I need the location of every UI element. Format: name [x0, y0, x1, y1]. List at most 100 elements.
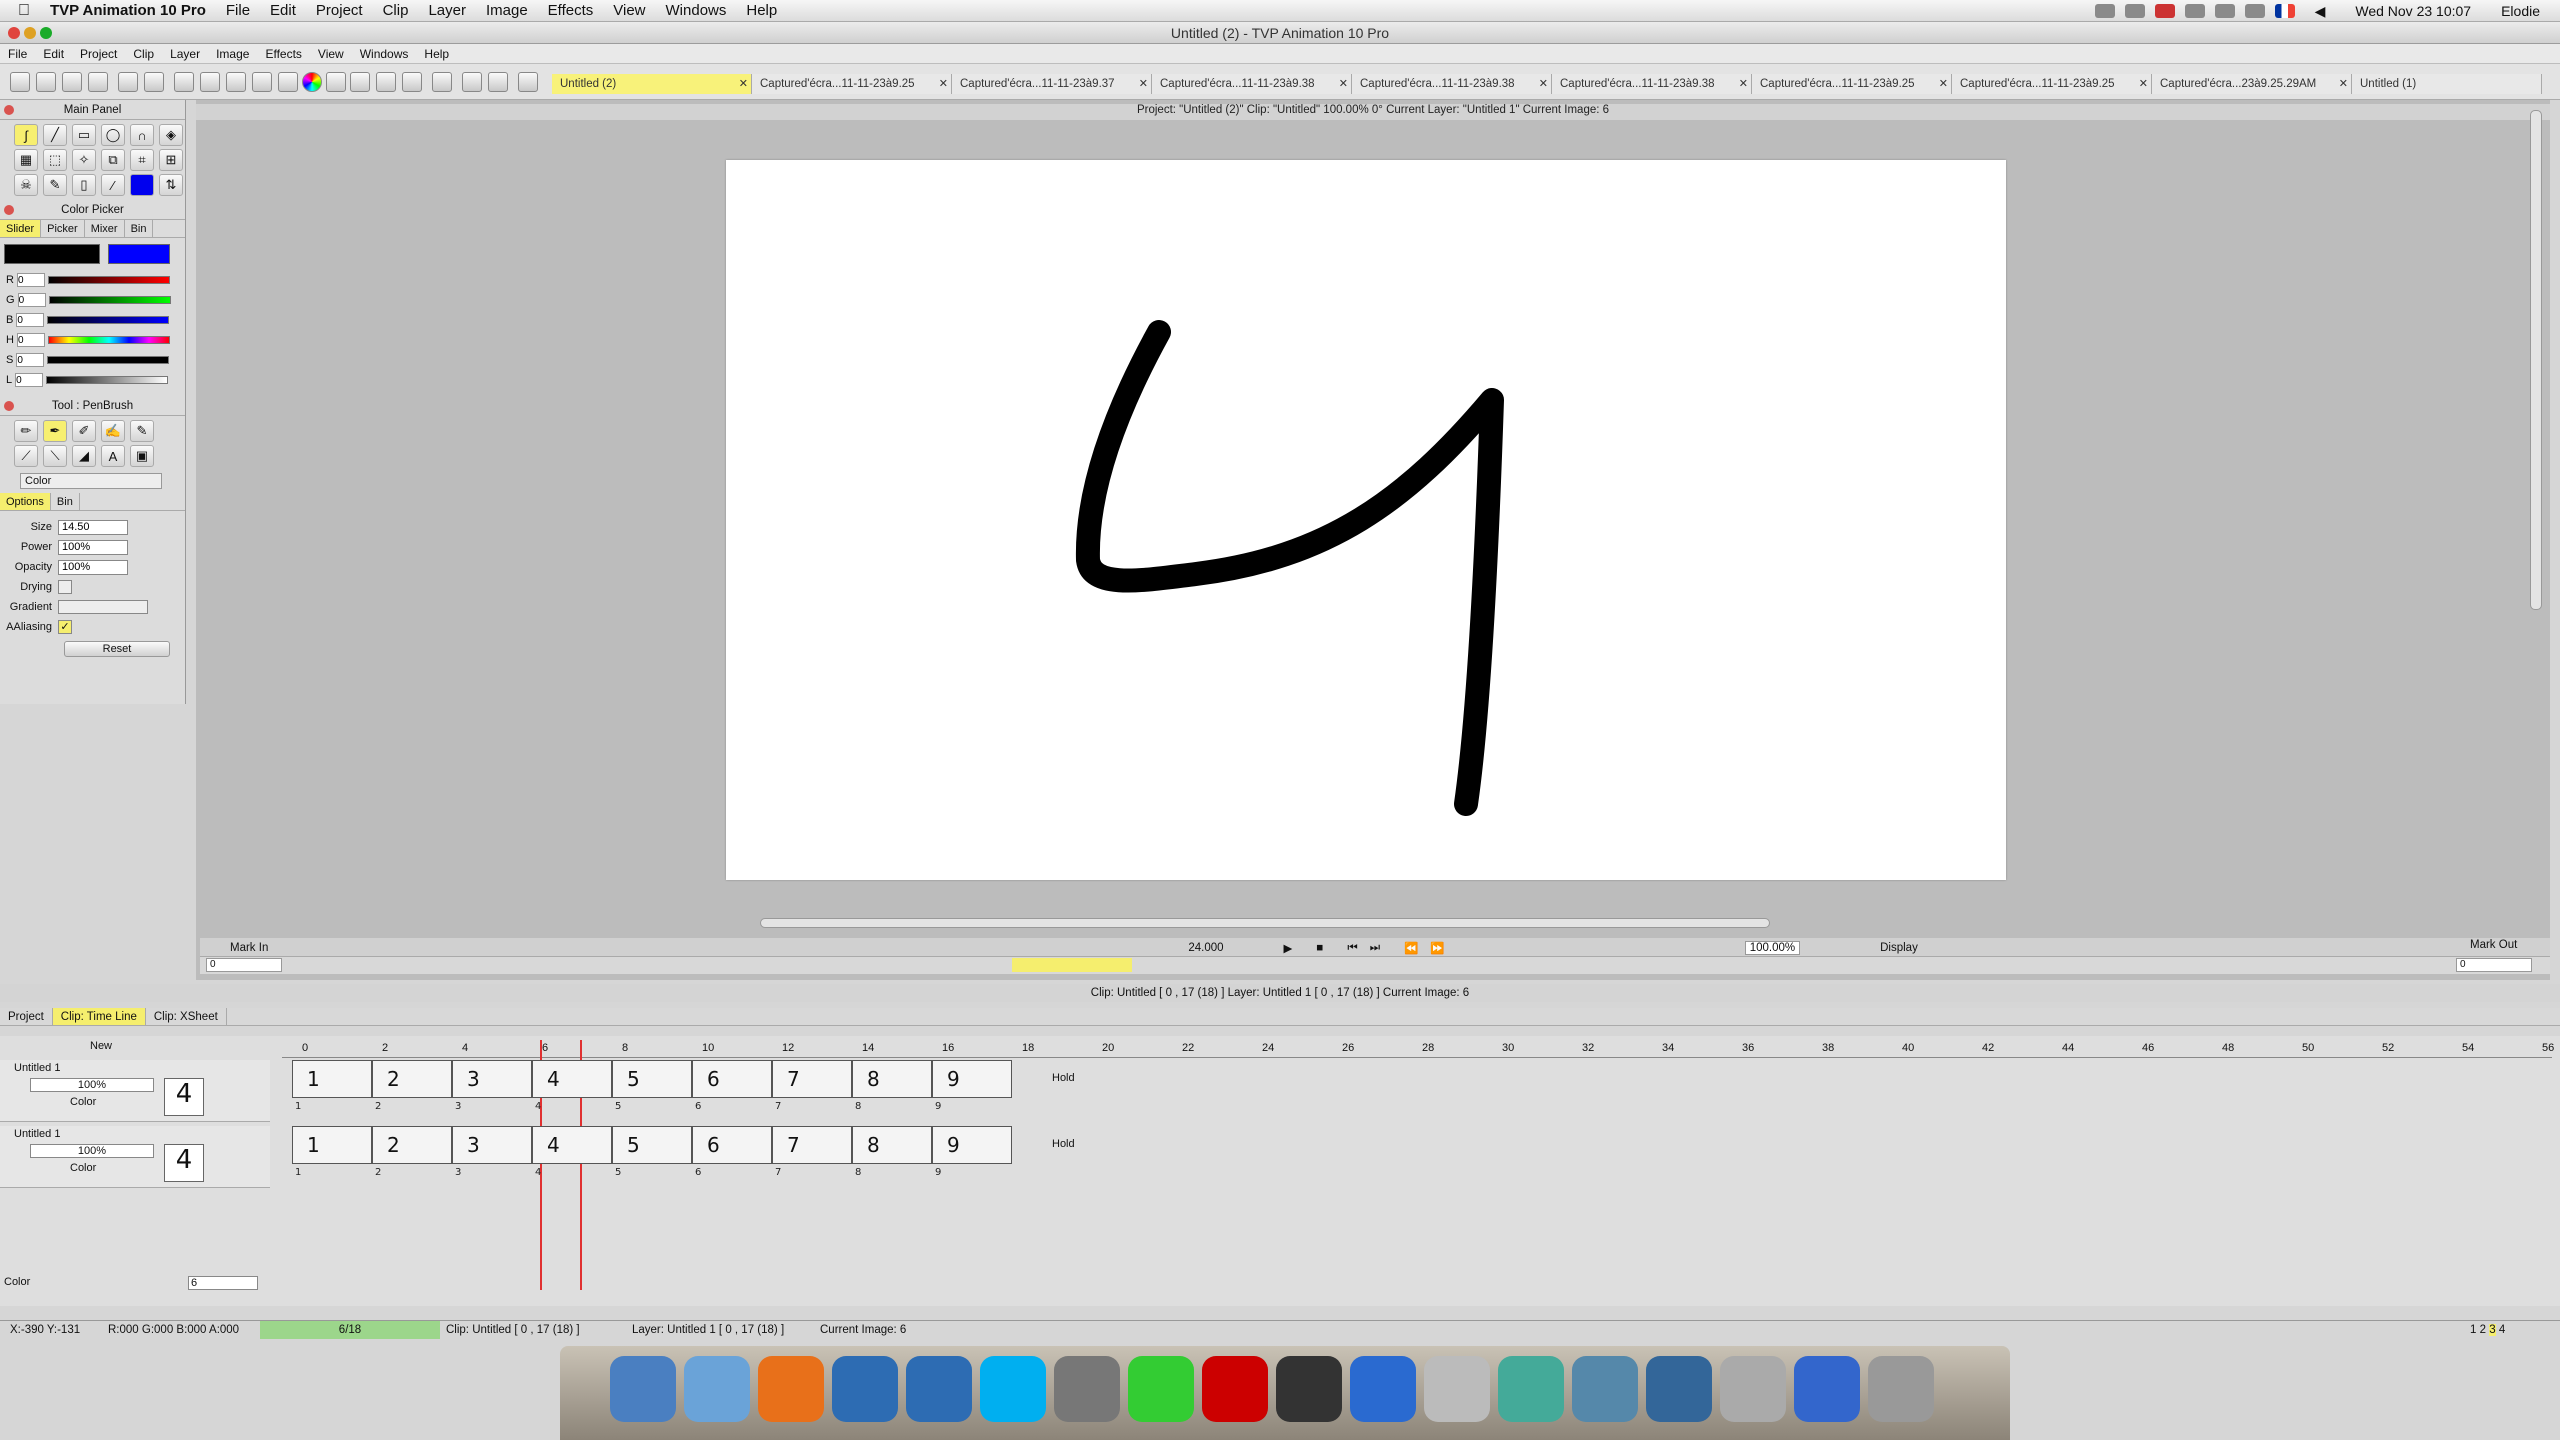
frame-cell[interactable]: 88 — [852, 1126, 932, 1178]
slider-b[interactable]: B — [0, 310, 185, 330]
dock-tvp-icon[interactable] — [906, 1356, 972, 1422]
frame-cell[interactable]: 99 — [932, 1126, 1012, 1178]
gradient-field[interactable] — [58, 600, 148, 614]
hold-label[interactable]: Hold — [1052, 1072, 1075, 1084]
close-panel-icon[interactable] — [4, 205, 14, 215]
sync-icon[interactable] — [2094, 4, 2115, 18]
power-input[interactable] — [58, 539, 128, 555]
close-panel-icon[interactable] — [4, 401, 14, 411]
close-icon[interactable]: ✕ — [1739, 74, 1748, 94]
h-gradient[interactable] — [47, 336, 170, 344]
new-layer-button[interactable]: New — [90, 1040, 112, 1052]
magic-wand-icon[interactable]: ✧ — [72, 149, 96, 171]
new-file-icon[interactable] — [10, 72, 30, 92]
apple-menu-icon[interactable]:  — [0, 2, 40, 20]
vertical-scrollbar[interactable] — [2530, 110, 2542, 610]
display-icon[interactable] — [376, 72, 396, 92]
timeline-ruler[interactable]: 0 2 4 6 8 10 12 14 16 18 20 22 24 26 28 30 32 34 36 38 40 42 4… — [282, 1040, 2554, 1058]
tab-bin[interactable]: Bin — [125, 220, 154, 237]
layer-mode[interactable]: Color — [70, 1096, 96, 1108]
menu-windows[interactable]: Windows — [352, 47, 417, 61]
g-gradient[interactable] — [48, 296, 171, 304]
close-panel-icon[interactable] — [4, 105, 14, 115]
tab-project[interactable]: Project — [0, 1008, 53, 1025]
mark-out-label[interactable]: Mark Out — [2470, 939, 2517, 951]
aaliasing-checkbox[interactable]: ✓ — [58, 620, 72, 634]
monitor-icon[interactable] — [518, 72, 538, 92]
frame-cell[interactable]: 22 — [372, 1060, 452, 1112]
oil-brush-icon[interactable]: ⟋ — [14, 445, 38, 467]
transform-icon[interactable]: ⧉ — [101, 149, 125, 171]
menu-file[interactable]: File — [0, 47, 35, 61]
menu-image[interactable]: Image — [208, 47, 257, 61]
tab-capture[interactable]: Captured'écra...11-11-23à9.25 ✕ — [1752, 74, 1952, 94]
tab-xsheet[interactable]: Clip: XSheet — [146, 1008, 227, 1025]
undo-icon[interactable] — [118, 72, 138, 92]
page-2-button[interactable]: 2 — [2480, 1324, 2486, 1336]
stop-button[interactable]: ■ — [1316, 942, 1323, 954]
dock-itunes-icon[interactable] — [1350, 1356, 1416, 1422]
frame-icon[interactable] — [432, 72, 452, 92]
pen-icon[interactable]: ✎ — [43, 174, 67, 196]
close-icon[interactable]: ✕ — [1939, 74, 1948, 94]
frame-cell[interactable]: 66 — [692, 1126, 772, 1178]
marker-icon[interactable]: ✍ — [101, 420, 125, 442]
layer-row[interactable]: Untitled 1 100% Color 4 — [0, 1060, 270, 1122]
frame-cell[interactable]: 66 — [692, 1060, 772, 1112]
close-icon[interactable]: ✕ — [2139, 74, 2148, 94]
mark-in-field[interactable]: 0 — [206, 958, 282, 972]
tab-bin[interactable]: Bin — [51, 493, 80, 510]
mac-menu-clip[interactable]: Clip — [373, 2, 419, 19]
text-icon[interactable]: A — [101, 445, 125, 467]
open-folder-icon[interactable] — [36, 72, 56, 92]
crop-icon[interactable] — [402, 72, 422, 92]
tab-options[interactable]: Options — [0, 493, 51, 510]
frame-cell[interactable]: 11 — [292, 1126, 372, 1178]
drying-checkbox[interactable] — [58, 580, 72, 594]
penbrush-icon[interactable]: ✒ — [43, 420, 67, 442]
dock-mail-icon[interactable] — [684, 1356, 750, 1422]
primary-color-swatch[interactable] — [130, 174, 154, 196]
mac-menu-layer[interactable]: Layer — [418, 2, 476, 19]
s-gradient[interactable] — [47, 356, 170, 364]
mac-menu-view[interactable]: View — [603, 2, 655, 19]
play-button[interactable]: ▶ — [1284, 941, 1293, 955]
tab-timeline[interactable]: Clip: Time Line — [52, 1008, 146, 1025]
dock-finder-icon[interactable] — [610, 1356, 676, 1422]
alert-icon[interactable] — [2154, 4, 2175, 18]
close-icon[interactable]: ✕ — [739, 74, 748, 94]
select-rect-icon[interactable]: ▦ — [14, 149, 38, 171]
dock-virtualbox-icon[interactable] — [1646, 1356, 1712, 1422]
page-4-button[interactable]: 4 — [2499, 1324, 2505, 1336]
dock-tvp-icon[interactable] — [832, 1356, 898, 1422]
fx-icon[interactable] — [200, 72, 220, 92]
frame-cell[interactable]: 55 — [612, 1126, 692, 1178]
rectangle-icon[interactable]: ▭ — [72, 124, 96, 146]
time-machine-icon[interactable] — [2214, 4, 2235, 18]
close-icon[interactable]: ✕ — [1139, 74, 1148, 94]
tab-capture[interactable]: Captured'écra...11-11-23à9.38 ✕ — [1352, 74, 1552, 94]
l-gradient[interactable] — [46, 376, 169, 384]
rewind-button[interactable]: ⏪ — [1404, 941, 1418, 955]
layer-opacity[interactable]: 100% — [30, 1078, 154, 1092]
clock[interactable]: Wed Nov 23 10:07 — [2345, 3, 2481, 19]
opacity-input[interactable] — [58, 559, 128, 575]
hold-label[interactable]: Hold — [1052, 1138, 1075, 1150]
l-input[interactable] — [15, 373, 44, 387]
r-input[interactable] — [16, 273, 45, 287]
menu-edit[interactable]: Edit — [35, 47, 72, 61]
size-input[interactable] — [58, 519, 128, 535]
color-wheel-icon[interactable] — [302, 72, 322, 92]
frame-cell[interactable]: 44 — [532, 1126, 612, 1178]
r-gradient[interactable] — [47, 276, 170, 284]
mac-menu-effects[interactable]: Effects — [538, 2, 604, 19]
bluetooth-icon[interactable] — [2184, 4, 2205, 18]
frame-cell[interactable]: 22 — [372, 1126, 452, 1178]
layer-name[interactable]: Untitled 1 — [14, 1128, 60, 1140]
mac-menu-file[interactable]: File — [216, 2, 260, 19]
frame-cell[interactable]: 11 — [292, 1060, 372, 1112]
dock-label-print-icon[interactable] — [1424, 1356, 1490, 1422]
mac-menu-project[interactable]: Project — [306, 2, 373, 19]
slider-g[interactable]: G — [0, 290, 185, 310]
frame-cell[interactable]: 33 — [452, 1126, 532, 1178]
